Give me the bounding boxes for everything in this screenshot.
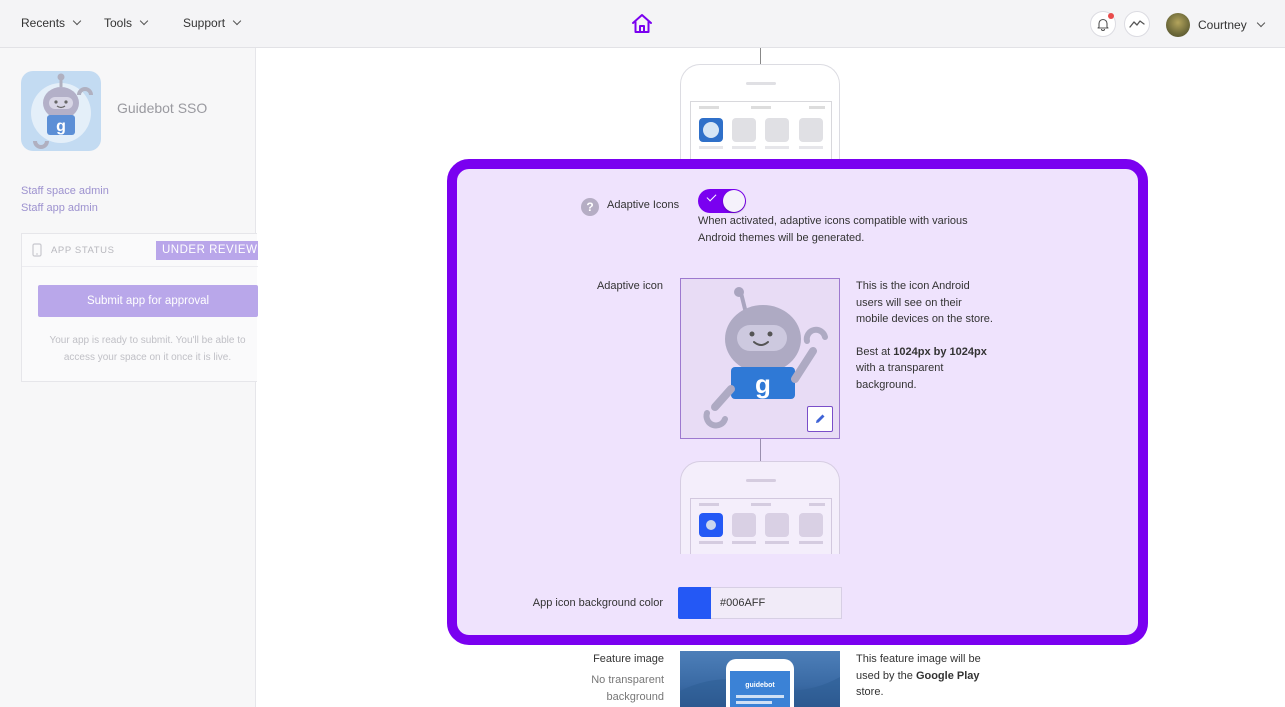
bg-color-label: App icon background color (532, 597, 663, 609)
user-menu[interactable]: Courtney (1166, 13, 1265, 37)
adaptive-icon-description: This is the icon Android users will see … (856, 278, 996, 394)
adaptive-icon-label: Adaptive icon (596, 280, 663, 292)
status-badge: UNDER REVIEW (156, 241, 258, 260)
feature-image-preview: guidebot (680, 651, 840, 707)
home-screen-preview (699, 106, 825, 149)
pencil-icon (816, 414, 825, 423)
app-status-label: APP STATUS (51, 245, 115, 256)
feature-desc-suffix: store. (856, 686, 884, 699)
phone-screen (690, 101, 832, 159)
adaptive-icons-label: Adaptive Icons (607, 199, 680, 211)
top-bar: Recents Tools Support Courtney (0, 0, 1285, 48)
nav-support[interactable]: Support (183, 16, 242, 30)
app-status-header: APP STATUS UNDER REVIEW (22, 234, 258, 267)
check-icon (706, 191, 717, 202)
phone-screen (690, 498, 832, 554)
chevron-down-icon (72, 16, 82, 26)
adaptive-icon-desc-2-bold: 1024px by 1024px (893, 345, 987, 358)
svg-text:g: g (56, 118, 66, 135)
app-status-card: APP STATUS UNDER REVIEW Submit app for a… (21, 233, 258, 382)
staff-space-admin-link[interactable]: Staff space admin (21, 185, 109, 197)
activity-button[interactable] (1124, 11, 1150, 37)
sidebar: g Guidebot SSO Staff space admin Staff a… (0, 48, 258, 707)
home-screen-preview (699, 503, 825, 544)
chevron-down-icon (232, 16, 242, 26)
bg-color-input[interactable] (711, 587, 842, 619)
nav-tools[interactable]: Tools (104, 16, 149, 30)
adaptive-icons-toggle[interactable] (698, 189, 746, 213)
activity-icon (1129, 20, 1145, 28)
home-icon[interactable] (630, 12, 654, 36)
feature-image-sublabel-2: background (606, 691, 665, 703)
feature-desc-bold: Google Play (915, 669, 980, 682)
app-icon: g (21, 71, 101, 151)
feature-image-description: This feature image will be used by the G… (856, 651, 1006, 701)
phone-speaker (746, 479, 776, 482)
phone-mockup-bottom (680, 461, 840, 554)
help-icon[interactable]: ? (581, 198, 599, 216)
robot-logo-icon: g (31, 73, 93, 149)
submit-app-button[interactable]: Submit app for approval (38, 285, 258, 317)
staff-app-admin-link[interactable]: Staff app admin (21, 202, 98, 214)
chevron-down-icon (1256, 18, 1265, 28)
nav-recents[interactable]: Recents (21, 16, 82, 30)
adaptive-icon-desc-2-suffix: with a transparent background. (856, 362, 944, 391)
notification-dot (1108, 13, 1114, 19)
app-name: Guidebot SSO (117, 100, 208, 116)
adaptive-icon-desc-1: This is the icon Android users will see … (856, 280, 993, 326)
avatar (1166, 13, 1190, 37)
edit-icon-button[interactable] (807, 406, 833, 432)
feature-image-sublabel-1: No transparent (591, 674, 664, 686)
nav-recents-label: Recents (21, 16, 66, 30)
feature-phone-mockup: guidebot (680, 659, 840, 707)
nav-support-label: Support (183, 16, 226, 30)
phone-mockup-top (680, 64, 840, 159)
bg-color-swatch[interactable] (678, 587, 711, 619)
phone-speaker (746, 82, 776, 85)
notifications-button[interactable] (1090, 11, 1116, 37)
phone-icon (32, 243, 42, 257)
user-name: Courtney (1198, 18, 1247, 32)
status-note: Your app is ready to submit. You'll be a… (49, 335, 246, 363)
adaptive-icon-desc-2-prefix: Best at (856, 345, 894, 358)
feature-app-title: guidebot (745, 682, 775, 689)
adaptive-icons-description: When activated, adaptive icons compatibl… (698, 215, 968, 244)
feature-image-label: Feature image (593, 653, 664, 665)
adaptive-icon-desc-2: Best at 1024px by 1024px with a transpar… (856, 344, 996, 394)
toggle-knob (723, 190, 745, 212)
nav-tools-label: Tools (104, 16, 133, 30)
adaptive-icons-panel: ? Adaptive Icons When activated, adaptiv… (447, 159, 1148, 645)
svg-text:g: g (755, 369, 771, 399)
adaptive-icon-preview: g (680, 278, 840, 439)
bell-icon (1097, 18, 1109, 31)
chevron-down-icon (139, 16, 149, 26)
